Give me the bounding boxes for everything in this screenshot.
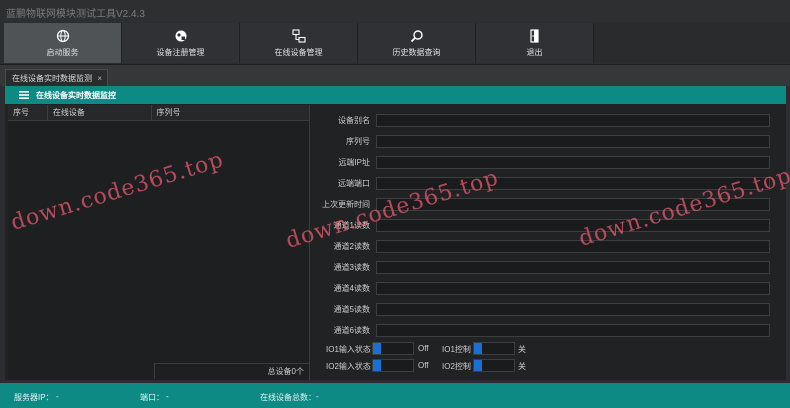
field-row-channel-3: 通道3读数 [312, 261, 772, 274]
field-row-alias: 设备别名 [312, 114, 772, 127]
app-title: 蓝鹏物联网模块测试工具V2.4.3 [6, 9, 145, 20]
channel-6-field[interactable] [376, 324, 770, 337]
port-label: 端口： [140, 393, 164, 402]
alias-field[interactable] [376, 114, 770, 127]
channel-1-field[interactable] [376, 219, 770, 232]
io2-control-toggle[interactable] [473, 359, 515, 372]
field-row-channel-2: 通道2读数 [312, 240, 772, 253]
io1-control-toggle[interactable] [473, 342, 515, 355]
field-row-serial: 序列号 [312, 135, 772, 148]
list-icon [19, 91, 29, 99]
exit-label: 退出 [526, 47, 543, 57]
io-row-2: IO2输入状态 Off IO2控制 关 [312, 359, 572, 373]
field-label: 远端端口 [338, 179, 370, 188]
panel-title: 在线设备实时数据监控 [36, 90, 116, 100]
device-list[interactable]: 序号 在线设备 序列号 总设备0个 [8, 104, 310, 380]
devices-icon [175, 30, 186, 41]
tab-realtime-monitor[interactable]: 在线设备实时数据监测 × [5, 69, 108, 87]
online-total-value: - [316, 392, 319, 401]
device-registration-label: 设备注册管理 [156, 47, 205, 57]
history-query-button[interactable]: 历史数据查询 [358, 23, 476, 63]
exit-icon [529, 28, 539, 43]
channel-5-field[interactable] [376, 303, 770, 316]
field-row-channel-5: 通道5读数 [312, 303, 772, 316]
start-service-label: 启动服务 [46, 47, 79, 57]
io2-input-indicator [372, 359, 414, 372]
total-devices: 总设备0个 [154, 363, 310, 379]
close-icon[interactable]: × [97, 74, 102, 83]
column-header-index[interactable]: 序号 [8, 104, 48, 121]
io-row-1: IO1输入状态 Off IO1控制 关 [312, 342, 572, 356]
status-bar: 服务器IP： - 端口： - 在线设备总数： - [0, 383, 790, 408]
device-registration-button[interactable]: 设备注册管理 [122, 23, 240, 63]
field-label: 远端IP址 [338, 158, 370, 167]
io1-input-label: IO1输入状态 [326, 345, 371, 354]
globe-icon [56, 29, 69, 42]
column-header-serial[interactable]: 序列号 [152, 105, 309, 121]
io2-input-state: Off [418, 361, 429, 370]
io2-control-label: IO2控制 [442, 362, 471, 371]
field-label: 通道6读数 [333, 326, 370, 335]
field-row-remote-ip: 远端IP址 [312, 156, 772, 169]
toolbar-filler [594, 23, 790, 63]
tab-realtime-monitor-label: 在线设备实时数据监测 [12, 74, 92, 83]
field-label: 通道5读数 [333, 305, 370, 314]
main-toolbar: 启动服务 设备注册管理 在线设备管理 历史数据查询 退出 [4, 23, 594, 63]
online-device-label: 在线设备管理 [274, 47, 323, 57]
channel-3-field[interactable] [376, 261, 770, 274]
device-list-header: 序号 在线设备 序列号 [8, 104, 309, 121]
tab-strip: 在线设备实时数据监测 × [0, 64, 790, 87]
server-ip-label: 服务器IP： [14, 393, 54, 402]
field-label: 设备别名 [338, 116, 370, 125]
panel-header: 在线设备实时数据监控 [5, 86, 786, 104]
field-label: 通道4读数 [333, 284, 370, 293]
field-row-channel-4: 通道4读数 [312, 282, 772, 295]
io1-control-state: 关 [518, 345, 526, 354]
exit-button[interactable]: 退出 [476, 23, 594, 63]
field-label: 通道3读数 [333, 263, 370, 272]
server-ip-value: - [56, 392, 59, 401]
port-value: - [166, 392, 169, 401]
network-icon [291, 28, 306, 43]
channel-2-field[interactable] [376, 240, 770, 253]
remote-ip-field[interactable] [376, 156, 770, 169]
channel-4-field[interactable] [376, 282, 770, 295]
serial-field[interactable] [376, 135, 770, 148]
start-service-button[interactable]: 启动服务 [4, 23, 122, 63]
title-bar: 蓝鹏物联网模块测试工具V2.4.3 [0, 0, 790, 22]
column-header-device[interactable]: 在线设备 [48, 104, 152, 121]
field-label: 序列号 [346, 137, 370, 146]
search-icon [410, 29, 423, 42]
io1-input-state: Off [418, 344, 429, 353]
io2-input-label: IO2输入状态 [326, 362, 371, 371]
history-query-label: 历史数据查询 [392, 47, 441, 57]
online-device-button[interactable]: 在线设备管理 [240, 23, 358, 63]
io2-control-state: 关 [518, 362, 526, 371]
io1-control-label: IO1控制 [442, 345, 471, 354]
field-row-channel-6: 通道6读数 [312, 324, 772, 337]
online-total-label: 在线设备总数： [260, 393, 316, 402]
io1-input-indicator [372, 342, 414, 355]
